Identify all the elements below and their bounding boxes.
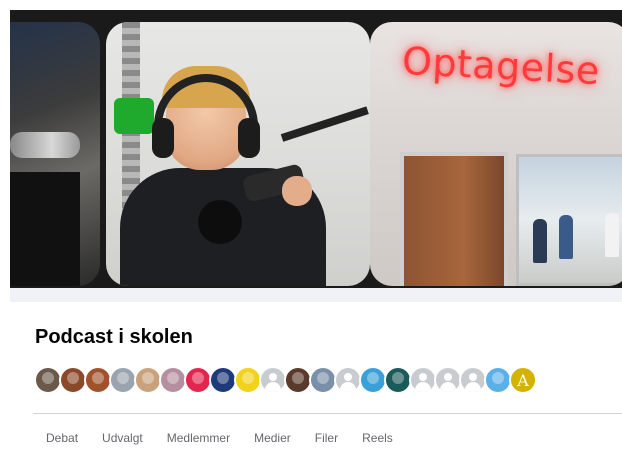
tab-debat[interactable]: Debat [34, 424, 90, 454]
cover-panel-boy-podcasting [106, 22, 370, 286]
handheld-mic-image [198, 200, 242, 244]
member-avatar[interactable] [184, 366, 212, 394]
member-logo-icon [392, 372, 404, 384]
member-avatar[interactable] [334, 366, 362, 394]
tab-medlemmer[interactable]: Medlemmer [155, 424, 242, 454]
member-avatar[interactable] [359, 366, 387, 394]
divider [33, 413, 622, 414]
door-image [400, 152, 508, 286]
default-avatar-icon [419, 373, 427, 381]
member-avatar[interactable] [484, 366, 512, 394]
default-avatar-icon [344, 373, 352, 381]
cover-panel-studio: Optagelse [370, 22, 622, 286]
member-avatar-list[interactable]: A [34, 366, 537, 394]
member-avatar[interactable] [309, 366, 337, 394]
member-logo-icon [367, 372, 379, 384]
group-cover-photo[interactable]: Optagelse [10, 10, 622, 288]
person-image [559, 215, 573, 259]
member-logo-icon [242, 372, 254, 384]
default-avatar-icon [415, 382, 431, 392]
member-photo-icon [42, 372, 54, 384]
member-avatar[interactable] [209, 366, 237, 394]
member-avatar[interactable] [59, 366, 87, 394]
member-avatar[interactable] [459, 366, 487, 394]
tab-udvalgt[interactable]: Udvalgt [90, 424, 155, 454]
group-tabs: Debat Udvalgt Medlemmer Medier Filer Reels [34, 424, 405, 454]
microphone-image [10, 132, 80, 158]
tab-medier[interactable]: Medier [242, 424, 303, 454]
cover-panel-left [10, 22, 100, 286]
hand-image [282, 176, 312, 206]
tab-filer[interactable]: Filer [303, 424, 350, 454]
member-logo-icon [217, 372, 229, 384]
member-avatar[interactable] [134, 366, 162, 394]
headphone-ear-left [152, 118, 174, 158]
member-avatar[interactable] [34, 366, 62, 394]
neon-sign: Optagelse [400, 38, 601, 94]
mic-arm-image [280, 106, 369, 142]
letter-avatar-icon: A [517, 370, 529, 390]
tab-reels[interactable]: Reels [350, 424, 405, 454]
member-photo-icon [117, 372, 129, 384]
member-avatar[interactable] [109, 366, 137, 394]
member-avatar[interactable] [409, 366, 437, 394]
person-image [605, 213, 619, 257]
default-avatar-icon [440, 382, 456, 392]
default-avatar-icon [265, 382, 281, 392]
member-photo-icon [167, 372, 179, 384]
cover-bottom-strip [10, 288, 622, 302]
default-avatar-icon [465, 382, 481, 392]
green-clamp-image [114, 98, 154, 134]
group-title[interactable]: Podcast i skolen [35, 326, 193, 349]
default-avatar-icon [340, 382, 356, 392]
person-image [533, 219, 547, 263]
member-avatar[interactable] [384, 366, 412, 394]
headphone-ear-right [238, 118, 260, 158]
member-logo-icon [192, 372, 204, 384]
default-avatar-icon [444, 373, 452, 381]
member-photo-icon [292, 372, 304, 384]
default-avatar-icon [269, 373, 277, 381]
member-avatar[interactable] [284, 366, 312, 394]
member-avatar[interactable] [234, 366, 262, 394]
member-photo-icon [317, 372, 329, 384]
member-logo-icon [492, 372, 504, 384]
member-avatar[interactable] [84, 366, 112, 394]
default-avatar-icon [469, 373, 477, 381]
member-avatar[interactable] [434, 366, 462, 394]
member-photo-icon [92, 372, 104, 384]
member-photo-icon [142, 372, 154, 384]
member-avatar[interactable] [159, 366, 187, 394]
member-photo-icon [67, 372, 79, 384]
member-avatar[interactable]: A [509, 366, 537, 394]
person-image [10, 172, 80, 286]
member-avatar[interactable] [259, 366, 287, 394]
studio-window-image [516, 154, 622, 286]
